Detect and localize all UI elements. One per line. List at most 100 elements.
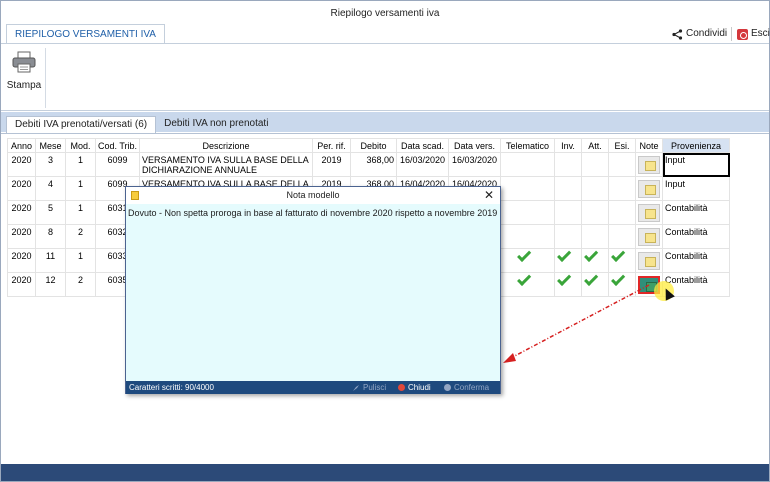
cell-anno: 2020 — [7, 176, 36, 201]
cell-debito: 368,00 — [350, 152, 397, 177]
status-bar — [1, 464, 769, 481]
col-debito[interactable]: Debito — [350, 138, 397, 153]
ribbon-tab-bar: RIEPILOGO VERSAMENTI IVA Condividi Esci — [1, 23, 770, 44]
nota-modello-dialog: Nota modello ✕ Dovuto - Non spetta proro… — [125, 186, 501, 394]
note-button[interactable] — [638, 204, 660, 222]
cell-telematico — [500, 248, 555, 273]
col-provenienza[interactable]: Provenienza — [662, 138, 730, 153]
cell-provenienza[interactable]: Contabilità — [662, 248, 730, 273]
cell-att — [581, 176, 609, 201]
conferma-button[interactable]: Conferma — [444, 381, 489, 394]
cell-note — [635, 248, 663, 273]
note-button[interactable] — [638, 252, 660, 270]
cell-esi — [608, 224, 636, 249]
cell-per-rif: 2019 — [312, 152, 351, 177]
cell-mese: 3 — [35, 152, 66, 177]
ribbon-divider — [45, 48, 46, 108]
printer-icon — [12, 51, 36, 73]
toolbar-divider — [731, 27, 732, 41]
note-button[interactable] — [638, 228, 660, 246]
check-icon — [561, 253, 575, 263]
cell-anno: 2020 — [7, 200, 36, 225]
note-textarea[interactable]: Dovuto - Non spetta proroga in base al f… — [128, 208, 498, 378]
col-data-scad[interactable]: Data scad. — [396, 138, 449, 153]
note-button[interactable] — [638, 156, 660, 174]
cell-mod: 2 — [65, 272, 96, 297]
cell-descrizione: VERSAMENTO IVA SULLA BASE DELLA DICHIARA… — [139, 152, 313, 177]
broom-icon — [353, 384, 359, 391]
cell-att — [581, 200, 609, 225]
cell-note — [635, 224, 663, 249]
cell-esi — [608, 176, 636, 201]
cell-att — [581, 152, 609, 177]
cell-provenienza[interactable]: Input — [662, 152, 730, 177]
cell-provenienza[interactable]: Input — [662, 176, 730, 201]
cell-cod-trib: 6099 — [95, 152, 140, 177]
conferma-label: Conferma — [454, 383, 490, 392]
exit-button[interactable]: Esci — [737, 26, 770, 42]
cell-mese: 12 — [35, 272, 66, 297]
pulisci-button[interactable]: Pulisci — [352, 381, 386, 394]
power-icon — [737, 28, 748, 40]
cell-telematico — [500, 224, 555, 249]
share-button[interactable]: Condividi — [672, 26, 727, 42]
cell-data-vers: 16/03/2020 — [448, 152, 501, 177]
cell-telematico — [500, 176, 555, 201]
share-label: Condividi — [686, 28, 728, 39]
cell-provenienza[interactable]: Contabilità — [662, 200, 730, 225]
cell-inv — [554, 224, 582, 249]
pulisci-label: Pulisci — [363, 383, 387, 392]
print-button[interactable]: Stampa — [5, 47, 43, 109]
close-icon[interactable]: ✕ — [484, 187, 494, 204]
tab-prenotati[interactable]: Debiti IVA prenotati/versati (6) — [6, 116, 157, 133]
col-inv[interactable]: Inv. — [554, 138, 582, 153]
col-per-rif[interactable]: Per. rif. — [312, 138, 351, 153]
col-telematico[interactable]: Telematico — [500, 138, 555, 153]
col-data-vers[interactable]: Data vers. — [448, 138, 501, 153]
cell-esi — [608, 248, 636, 273]
cell-mese: 11 — [35, 248, 66, 273]
cell-inv — [554, 200, 582, 225]
cell-anno: 2020 — [7, 272, 36, 297]
check-icon — [615, 253, 629, 263]
cell-note — [635, 200, 663, 225]
col-anno[interactable]: Anno — [7, 138, 36, 153]
cell-esi — [608, 200, 636, 225]
chiudi-button[interactable]: Chiudi — [398, 381, 431, 394]
cell-anno: 2020 — [7, 224, 36, 249]
cell-mod: 2 — [65, 224, 96, 249]
cell-anno: 2020 — [7, 248, 36, 273]
table-row[interactable]: 2020 3 1 6099 VERSAMENTO IVA SULLA BASE … — [7, 152, 730, 177]
col-descrizione[interactable]: Descrizione — [139, 138, 313, 153]
cell-provenienza[interactable]: Contabilità — [662, 224, 730, 249]
tab-non-prenotati[interactable]: Debiti IVA non prenotati — [156, 116, 276, 133]
check-icon — [521, 253, 535, 263]
cell-anno: 2020 — [7, 152, 36, 177]
ribbon-panel: Stampa — [1, 43, 769, 111]
char-counter: Caratteri scritti: 90/4000 — [129, 383, 214, 392]
content-tabs: Debiti IVA prenotati/versati (6) Debiti … — [6, 116, 276, 133]
cell-mese: 5 — [35, 200, 66, 225]
note-button[interactable] — [638, 180, 660, 198]
share-icon — [672, 28, 683, 40]
col-cod-trib[interactable]: Cod. Trib. — [95, 138, 140, 153]
tab-riepilogo[interactable]: RIEPILOGO VERSAMENTI IVA — [6, 24, 165, 44]
col-mese[interactable]: Mese — [35, 138, 66, 153]
cell-note — [635, 176, 663, 201]
cell-telematico — [500, 152, 555, 177]
dialog-title: Nota modello ✕ — [126, 187, 500, 204]
check-icon — [588, 253, 602, 263]
cell-mese: 8 — [35, 224, 66, 249]
app-window: Riepilogo versamenti iva RIEPILOGO VERSA… — [0, 0, 770, 482]
annotation-arrow — [503, 284, 650, 363]
dialog-footer: Caratteri scritti: 90/4000 Pulisci Chiud… — [126, 381, 500, 394]
cell-inv — [554, 176, 582, 201]
dialog-title-text: Nota modello — [286, 190, 340, 200]
cell-mod: 1 — [65, 200, 96, 225]
col-mod[interactable]: Mod. — [65, 138, 96, 153]
exit-label: Esci — [751, 28, 770, 39]
confirm-circle-icon — [444, 384, 451, 391]
col-att[interactable]: Att. — [581, 138, 609, 153]
col-note[interactable]: Note — [635, 138, 663, 153]
col-esi[interactable]: Esi. — [608, 138, 636, 153]
